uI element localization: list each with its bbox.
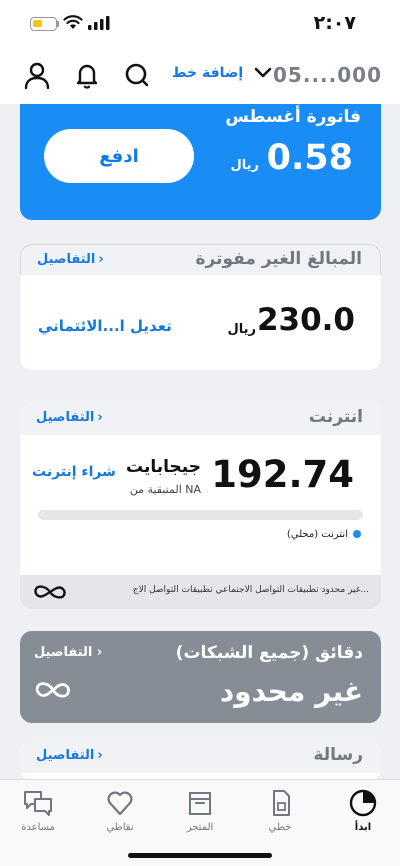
account-number[interactable]: 05....000 xyxy=(273,63,382,87)
signal-icon xyxy=(88,16,110,30)
chevron-right-icon: › xyxy=(92,645,103,660)
tab-points-label: نقاطي xyxy=(106,822,134,833)
tab-store[interactable]: المتجر xyxy=(168,788,232,833)
infinity-icon xyxy=(34,585,66,599)
internet-header: انترنت التفاصيل › xyxy=(20,403,381,435)
minutes-title: دقائق (جميع الشبكات) xyxy=(175,643,363,663)
social-apps-text: غير محدود تطبيقات التواصل الاجتماعي تطبي… xyxy=(132,585,369,595)
credit-adjust-link[interactable]: تعديل ا...الائتماني xyxy=(38,317,172,335)
profile-icon[interactable] xyxy=(22,60,52,90)
internet-legend: انترنت (محلي) xyxy=(287,529,361,540)
internet-progress-bar xyxy=(38,510,363,520)
status-bar: ٢:٠٧ xyxy=(0,0,400,50)
buy-internet-link[interactable]: شراء إنترنت xyxy=(32,464,116,480)
battery-icon xyxy=(30,17,57,31)
minutes-value: غير محدود xyxy=(219,675,363,708)
unbilled-details-link[interactable]: التفاصيل › xyxy=(37,252,104,267)
chevron-right-icon: › xyxy=(97,410,103,425)
message-header: رسالة التفاصيل › xyxy=(20,741,381,773)
minutes-card: دقائق (جميع الشبكات) التفاصيل › غير محدو… xyxy=(20,631,381,723)
infinity-icon xyxy=(35,682,70,698)
minutes-details-link[interactable]: التفاصيل › xyxy=(34,645,102,660)
home-pie-icon xyxy=(349,789,377,817)
tab-home[interactable]: ابدأ xyxy=(331,788,395,833)
unbilled-currency: ريال xyxy=(227,322,256,337)
search-icon[interactable] xyxy=(122,60,152,90)
unbilled-header: المبالغ الغير مفوترة التفاصيل › xyxy=(20,244,381,275)
bill-currency: ريال xyxy=(230,158,259,173)
chevron-down-icon[interactable] xyxy=(254,67,272,79)
tab-points[interactable]: نقاطي xyxy=(88,788,152,833)
unbilled-title: المبالغ الغير مفوترة xyxy=(195,249,363,269)
tab-my-line-label: خطي xyxy=(268,822,292,833)
tab-store-label: المتجر xyxy=(186,822,214,833)
header: إضافة خط 05....000 xyxy=(0,50,400,104)
tab-help[interactable]: مساعدة xyxy=(6,788,70,833)
status-time: ٢:٠٧ xyxy=(313,12,356,34)
heart-icon xyxy=(107,791,133,816)
message-card: رسالة التفاصيل › xyxy=(20,741,381,781)
tab-my-line[interactable]: خطي xyxy=(248,788,312,833)
chevron-right-icon: › xyxy=(98,252,104,267)
tab-home-label: ابدأ xyxy=(354,822,372,833)
legend-dot-icon xyxy=(353,530,361,538)
sim-card-icon xyxy=(273,790,290,816)
message-details-link[interactable]: التفاصيل › xyxy=(36,748,103,763)
unbilled-card: المبالغ الغير مفوترة التفاصيل › 230.0 ريا… xyxy=(20,244,381,370)
internet-unit: جيجابايت xyxy=(126,457,201,477)
store-box-icon xyxy=(189,792,211,815)
internet-details-link[interactable]: التفاصيل › xyxy=(36,410,103,425)
social-unlimited-row[interactable]: غير محدود تطبيقات التواصل الاجتماعي تطبي… xyxy=(20,575,381,609)
bill-card: فاتورة أغسطس 0.58 ريال ادفع xyxy=(20,104,381,220)
add-line-button[interactable]: إضافة خط xyxy=(172,65,243,81)
bill-amount: 0.58 xyxy=(266,138,353,178)
chevron-right-icon: › xyxy=(97,748,103,763)
internet-remaining: المتبقية من NA xyxy=(129,483,201,496)
internet-card: انترنت التفاصيل › 192.74 جيجابايت المتبقي… xyxy=(20,403,381,609)
wifi-icon xyxy=(63,15,83,29)
pay-button[interactable]: ادفع xyxy=(44,129,194,183)
bell-icon[interactable] xyxy=(72,60,102,90)
chat-bubbles-icon xyxy=(24,791,52,816)
unbilled-amount: 230.0 xyxy=(256,302,355,338)
message-title: رسالة xyxy=(313,745,363,765)
tab-help-label: مساعدة xyxy=(21,822,55,833)
internet-title: انترنت xyxy=(308,407,363,427)
bill-title: فاتورة أغسطس xyxy=(225,107,361,127)
home-indicator xyxy=(128,853,272,858)
internet-amount: 192.74 xyxy=(211,453,354,496)
